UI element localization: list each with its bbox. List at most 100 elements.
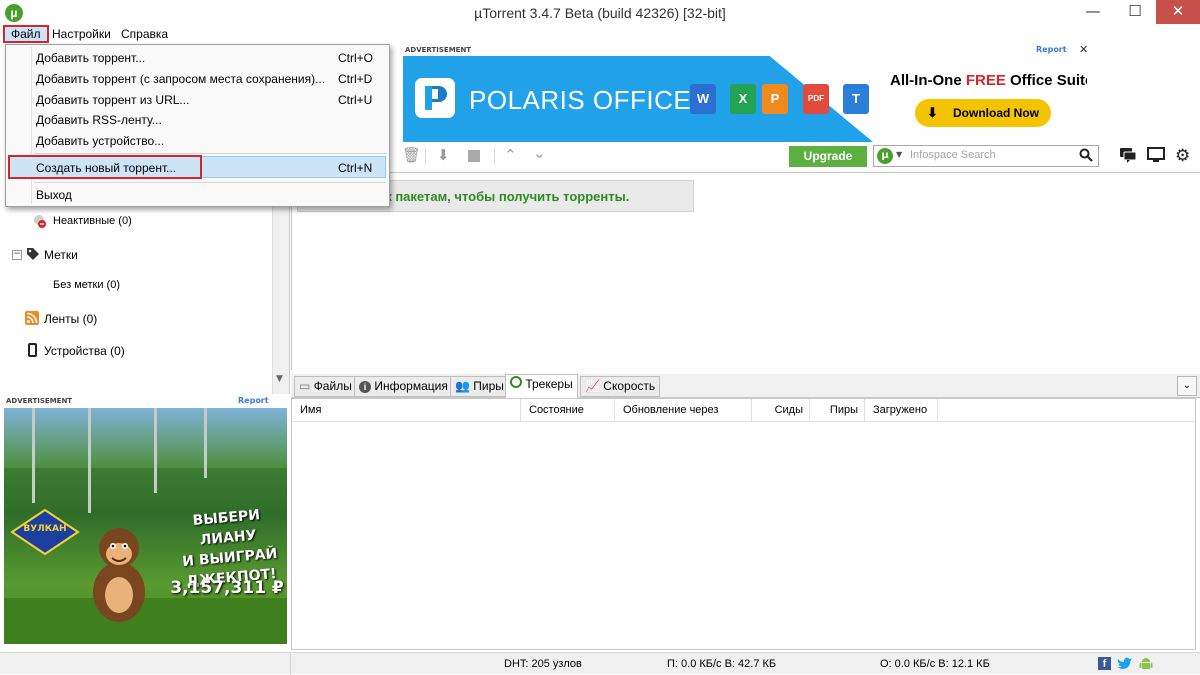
menu-item-exit[interactable]: Выход xyxy=(36,188,72,202)
monkey-illustration xyxy=(79,520,159,630)
tab-peers-label: Пиры xyxy=(473,379,504,393)
column-header-name[interactable]: Имя xyxy=(292,399,521,422)
shortcut-add-torrent-ask-location: Ctrl+D xyxy=(338,72,373,86)
details-tabs: ▭ Файлы i Информация 👥 Пиры Трекеры 📈 Ск… xyxy=(291,374,1200,398)
tab-files-label: Файлы xyxy=(313,379,352,393)
bundles-promo-text: те к пакетам, чтобы получить торренты. xyxy=(368,189,630,204)
left-ad-report-link[interactable]: Report xyxy=(238,396,269,405)
dht-status: DHT: 205 узлов xyxy=(504,658,582,670)
menu-file[interactable]: Файл xyxy=(3,25,49,43)
chevron-down-icon[interactable]: ▼ xyxy=(896,150,902,159)
tab-files[interactable]: ▭ Файлы xyxy=(294,376,357,397)
speed-chart-icon: 📈 xyxy=(585,379,600,393)
casino-ad-banner[interactable]: ВУЛКАН ВЫБЕРИ ЛИАНУ И ВЫИГРАЙ ДЖЕКПОТ! 3… xyxy=(4,408,287,644)
shortcut-add-torrent: Ctrl+O xyxy=(338,51,374,65)
download-speed-status[interactable]: П: 0.0 КБ/с В: 42.7 КБ xyxy=(667,658,776,670)
sidebar-item-labels[interactable]: Метки xyxy=(44,248,78,262)
casino-brand-text: ВУЛКАН xyxy=(23,524,67,534)
download-now-button[interactable]: ⬇ Download Now xyxy=(915,99,1051,127)
menu-item-add-device[interactable]: Добавить устройство... xyxy=(36,134,164,148)
rss-feed-icon xyxy=(25,311,39,325)
sidebar-item-no-label[interactable]: Без метки (0) xyxy=(53,279,120,291)
info-icon: i xyxy=(359,381,371,393)
collapse-panel-icon[interactable]: ⌄ xyxy=(1177,376,1197,396)
menu-item-add-torrent-ask-location[interactable]: Добавить торрент (с запросом места сохра… xyxy=(36,72,325,86)
delete-icon[interactable]: 🗑 xyxy=(402,146,421,164)
search-icon[interactable] xyxy=(1079,148,1093,162)
collapse-toggle-icon[interactable]: − xyxy=(12,250,22,260)
chat-icon[interactable] xyxy=(1119,147,1137,163)
inactive-icon xyxy=(33,214,47,228)
android-icon[interactable] xyxy=(1139,656,1153,671)
tab-peers[interactable]: 👥 Пиры xyxy=(450,376,509,397)
shortcut-add-torrent-url: Ctrl+U xyxy=(338,93,373,107)
polaris-brand-text: POLARIS OFFICE xyxy=(469,85,692,115)
tab-trackers-label: Трекеры xyxy=(525,377,573,391)
title-bar: µ µTorrent 3.4.7 Beta (build 42326) [32-… xyxy=(0,0,1200,26)
minimize-button[interactable]: — xyxy=(1072,0,1114,24)
toolbar-divider xyxy=(425,147,426,165)
menu-item-add-rss-feed[interactable]: Добавить RSS-ленту... xyxy=(36,113,162,127)
menu-separator xyxy=(34,182,386,183)
tab-info[interactable]: i Информация xyxy=(354,376,453,397)
upgrade-button[interactable]: Upgrade xyxy=(789,146,867,167)
status-bar: DHT: 205 узлов П: 0.0 КБ/с В: 42.7 КБ О:… xyxy=(0,652,1200,675)
tab-info-label: Информация xyxy=(374,379,448,393)
close-button[interactable]: ✕ xyxy=(1156,0,1200,24)
facebook-icon[interactable]: f xyxy=(1098,657,1111,670)
stop-icon[interactable] xyxy=(468,150,480,162)
menu-settings[interactable]: Настройки xyxy=(46,25,117,43)
upload-speed-status[interactable]: О: 0.0 КБ/с В: 12.1 КБ xyxy=(880,658,990,670)
menu-help[interactable]: Справка xyxy=(115,25,174,43)
sidebar-item-feeds[interactable]: Ленты (0) xyxy=(44,312,97,326)
menu-separator xyxy=(34,153,386,154)
menu-item-add-torrent[interactable]: Добавить торрент... xyxy=(36,51,145,65)
menu-item-add-torrent-url[interactable]: Добавить торрент из URL... xyxy=(36,93,189,107)
menu-bar: Файл Настройки Справка xyxy=(0,25,1200,44)
gear-icon[interactable]: ⚙ xyxy=(1175,146,1190,166)
remote-monitor-icon[interactable] xyxy=(1147,147,1165,163)
tag-icon xyxy=(26,247,40,261)
left-ad-header: ADVERTISEMENT Report xyxy=(0,395,290,408)
column-header-seeds[interactable]: Сиды xyxy=(752,399,810,422)
column-header-update-in[interactable]: Обновление через xyxy=(615,399,752,422)
start-download-icon[interactable]: ⬇ xyxy=(437,146,450,164)
tagline-part: All-In-One xyxy=(890,72,966,89)
polaris-logo-icon xyxy=(415,78,455,118)
files-icon: ▭ xyxy=(299,379,311,393)
tagline-part: Office Suite! xyxy=(1010,72,1087,89)
top-ad-report-link[interactable]: Report xyxy=(1036,45,1067,54)
scroll-down-icon[interactable]: ▼ xyxy=(276,374,283,384)
polaris-tagline: All-In-One FREE Office Suite! xyxy=(890,72,1087,89)
casino-logo: ВУЛКАН xyxy=(8,508,82,556)
search-provider-icon[interactable]: µ xyxy=(877,148,893,164)
polaris-ad-banner[interactable]: POLARIS OFFICE W X P PDF T All-In-One FR… xyxy=(403,56,1087,142)
trackers-icon xyxy=(510,376,522,388)
tab-speed[interactable]: 📈 Скорость xyxy=(580,376,661,397)
shortcut-create-new-torrent: Ctrl+N xyxy=(338,161,373,175)
move-up-icon[interactable]: ⌃ xyxy=(504,146,517,164)
device-icon xyxy=(28,343,37,357)
column-header-status[interactable]: Состояние xyxy=(521,399,615,422)
tab-speed-label: Скорость xyxy=(603,379,656,393)
tracker-table[interactable]: Имя Состояние Обновление через Сиды Пиры… xyxy=(291,398,1196,650)
tagline-free: FREE xyxy=(965,72,1006,89)
column-header-downloaded[interactable]: Загружено xyxy=(865,399,938,422)
move-down-icon[interactable]: ⌄ xyxy=(533,144,546,162)
window-title: µTorrent 3.4.7 Beta (build 42326) [32-bi… xyxy=(474,5,726,21)
sidebar-item-inactive[interactable]: Неактивные (0) xyxy=(53,215,132,227)
twitter-icon[interactable] xyxy=(1117,656,1133,670)
tab-trackers[interactable]: Трекеры xyxy=(505,374,578,398)
sheet-app-icon: X xyxy=(730,84,756,114)
download-icon: ⬇ xyxy=(927,105,938,120)
file-menu-dropdown: Добавить торрент... Ctrl+O Добавить торр… xyxy=(5,44,390,207)
top-ad-close-icon[interactable]: ✕ xyxy=(1079,43,1088,56)
maximize-button[interactable]: ☐ xyxy=(1114,0,1156,24)
create-torrent-annotation-box xyxy=(8,155,202,179)
column-header-peers[interactable]: Пиры xyxy=(810,399,865,422)
word-app-icon: W xyxy=(690,84,716,114)
sidebar-item-devices[interactable]: Устройства (0) xyxy=(44,344,125,358)
peers-icon: 👥 xyxy=(455,379,470,393)
search-placeholder: Infospace Search xyxy=(910,149,996,161)
search-input[interactable]: µ ▼ Infospace Search xyxy=(873,145,1099,167)
